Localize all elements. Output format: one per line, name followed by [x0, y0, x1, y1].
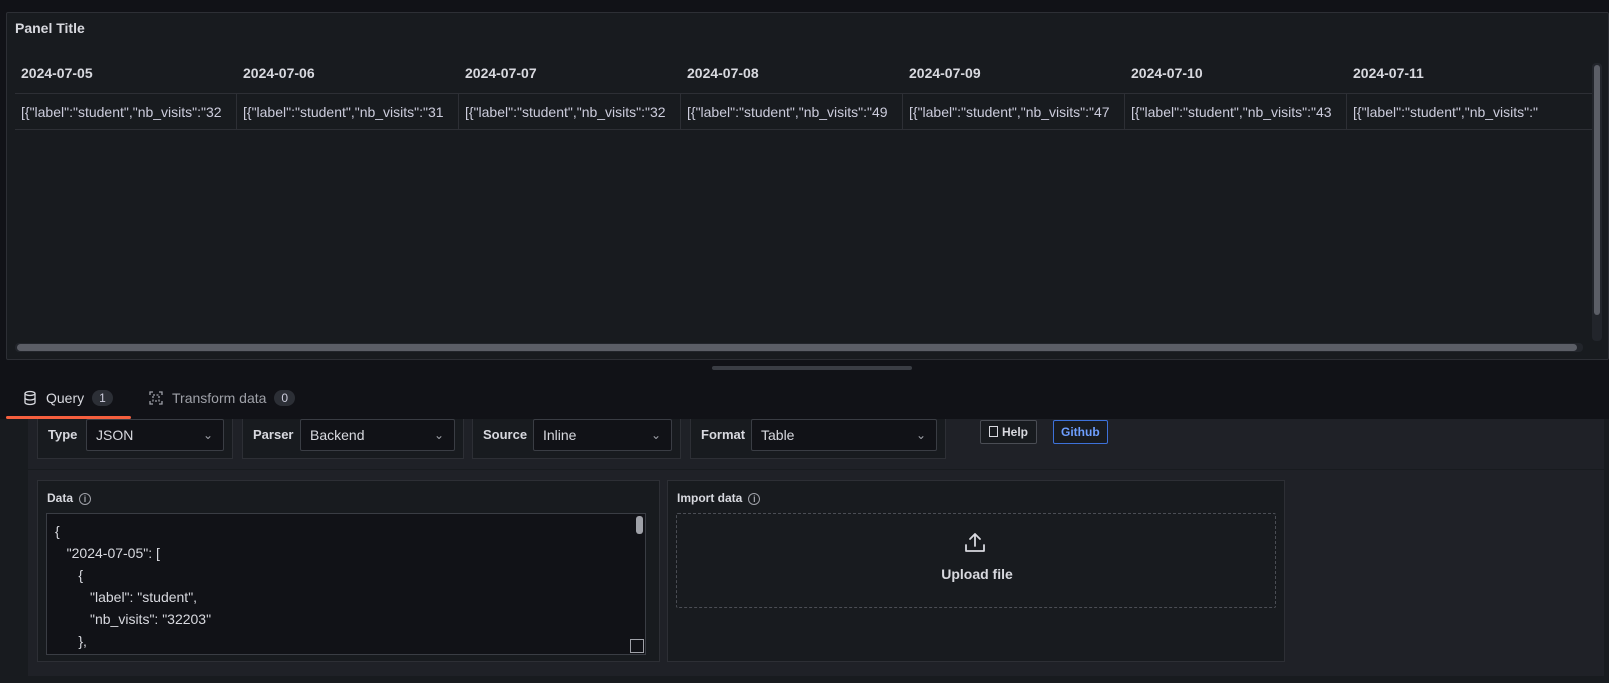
select-value: Inline [543, 427, 577, 443]
github-button[interactable]: Github [1053, 420, 1108, 444]
select-value: JSON [96, 427, 134, 443]
import-data-section: Import data i Upload file [667, 480, 1285, 662]
horizontal-scrollbar[interactable] [15, 343, 1583, 352]
transform-icon [149, 391, 163, 405]
table-cell[interactable]: [{"label":"student","nb_visits":"31 [237, 94, 459, 130]
help-label: Help [1002, 425, 1029, 439]
select-value: Backend [310, 427, 365, 443]
code-line: "label": "student", [55, 589, 198, 605]
import-label: Import data i [677, 491, 761, 505]
database-icon [24, 390, 36, 406]
code-line: { [55, 567, 84, 583]
column-header[interactable]: 2024-07-10 [1125, 53, 1203, 94]
code-line: { [55, 523, 60, 539]
parser-select[interactable]: Backend ⌄ [300, 419, 455, 451]
info-icon[interactable]: i [79, 492, 92, 505]
field-label: Source [483, 427, 528, 442]
editor-tabs: Query 1 Transform data 0 [0, 377, 1609, 419]
chevron-down-icon: ⌄ [915, 428, 926, 442]
data-table: 2024-07-05 2024-07-06 2024-07-07 2024-07… [15, 53, 1601, 353]
tab-transform-data[interactable]: Transform data 0 [148, 377, 296, 419]
format-select[interactable]: Table ⌄ [751, 419, 937, 451]
count-badge: 0 [274, 390, 296, 406]
source-field: Source Inline ⌄ [472, 419, 681, 459]
field-label: Format [701, 427, 746, 442]
field-label: Parser [253, 427, 294, 442]
count-badge: 1 [92, 390, 113, 406]
scrollbar-thumb[interactable] [1594, 65, 1600, 315]
code-line: }, [55, 633, 87, 649]
parser-field: Parser Backend ⌄ [242, 419, 464, 459]
vertical-scrollbar[interactable] [1592, 63, 1602, 341]
tab-label: Transform data [172, 390, 267, 406]
upload-file-label: Upload file [941, 566, 1013, 582]
table-cell[interactable]: [{"label":"student","nb_visits":"32 [15, 94, 237, 130]
pane-resize-handle[interactable] [712, 366, 912, 370]
data-section: Data i { "2024-07-05": [ { "label": "stud… [37, 480, 660, 662]
textarea-scrollbar[interactable] [635, 516, 644, 636]
column-header[interactable]: 2024-07-08 [681, 53, 759, 94]
column-header[interactable]: 2024-07-07 [459, 53, 537, 94]
github-label: Github [1061, 425, 1100, 439]
upload-dropzone[interactable]: Upload file [676, 513, 1276, 608]
scrollbar-thumb[interactable] [17, 344, 1577, 351]
column-header[interactable]: 2024-07-11 [1347, 53, 1424, 94]
type-select[interactable]: JSON ⌄ [86, 419, 224, 451]
scrollbar-thumb[interactable] [636, 516, 643, 534]
panel-title[interactable]: Panel Title [15, 20, 85, 36]
select-value: Table [761, 427, 795, 443]
chevron-down-icon: ⌄ [202, 428, 213, 442]
column-header[interactable]: 2024-07-09 [903, 53, 981, 94]
code-line: "nb_visits": "32203" [55, 611, 212, 627]
document-icon [989, 426, 998, 437]
field-label: Type [48, 427, 78, 442]
table-cell[interactable]: [{"label":"student","nb_visits":"47 [903, 94, 1125, 130]
data-label: Data i [47, 491, 92, 505]
table-cell[interactable]: [{"label":"student","nb_visits":"49 [681, 94, 903, 130]
chevron-down-icon: ⌄ [650, 428, 661, 442]
resize-handle[interactable] [630, 639, 644, 653]
table-cell[interactable]: [{"label":"student","nb_visits":"32 [459, 94, 681, 130]
import-label-text: Import data [677, 491, 743, 505]
data-label-text: Data [47, 491, 74, 505]
table-panel: Panel Title 2024-07-05 2024-07-06 2024-0… [6, 12, 1609, 360]
help-button[interactable]: Help [980, 420, 1038, 444]
table-cell[interactable]: [{"label":"student","nb_visits":"43 [1125, 94, 1347, 130]
column-header[interactable]: 2024-07-06 [237, 53, 315, 94]
format-field: Format Table ⌄ [690, 419, 946, 459]
column-header[interactable]: 2024-07-05 [15, 53, 93, 94]
tab-query[interactable]: Query 1 [22, 377, 113, 419]
upload-icon [965, 533, 985, 552]
type-field: Type JSON ⌄ [37, 419, 233, 459]
table-header: 2024-07-05 2024-07-06 2024-07-07 2024-07… [15, 53, 1601, 94]
code-line: "2024-07-05": [ [55, 545, 160, 561]
source-select[interactable]: Inline ⌄ [533, 419, 672, 451]
info-icon[interactable]: i [748, 492, 761, 505]
json-data-textarea[interactable]: { "2024-07-05": [ { "label": "student", … [46, 513, 646, 655]
chevron-down-icon: ⌄ [433, 428, 444, 442]
table-row: [{"label":"student","nb_visits":"32 [{"l… [15, 94, 1601, 130]
tab-label: Query [46, 390, 85, 406]
table-cell[interactable]: [{"label":"student","nb_visits":" [1347, 94, 1569, 130]
